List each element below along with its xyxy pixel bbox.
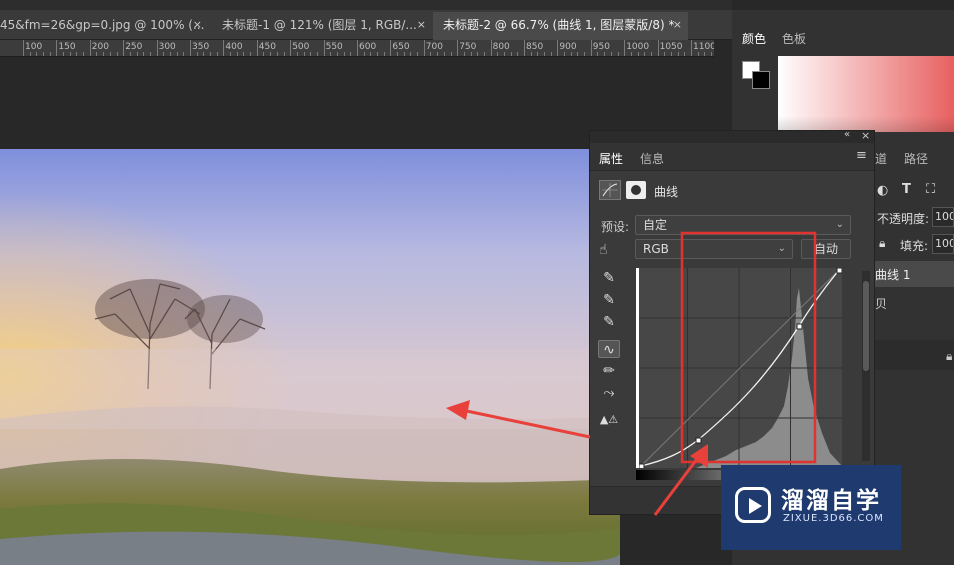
watermark-logo: 溜溜自学 ZIXUE.3D66.COM	[721, 465, 901, 550]
watermark-title: 溜溜自学	[781, 488, 881, 514]
arrow-to-image	[446, 400, 591, 439]
highlight-rect	[680, 231, 817, 464]
watermark-subtitle: ZIXUE.3D66.COM	[783, 513, 884, 524]
play-logo-icon	[735, 487, 771, 523]
